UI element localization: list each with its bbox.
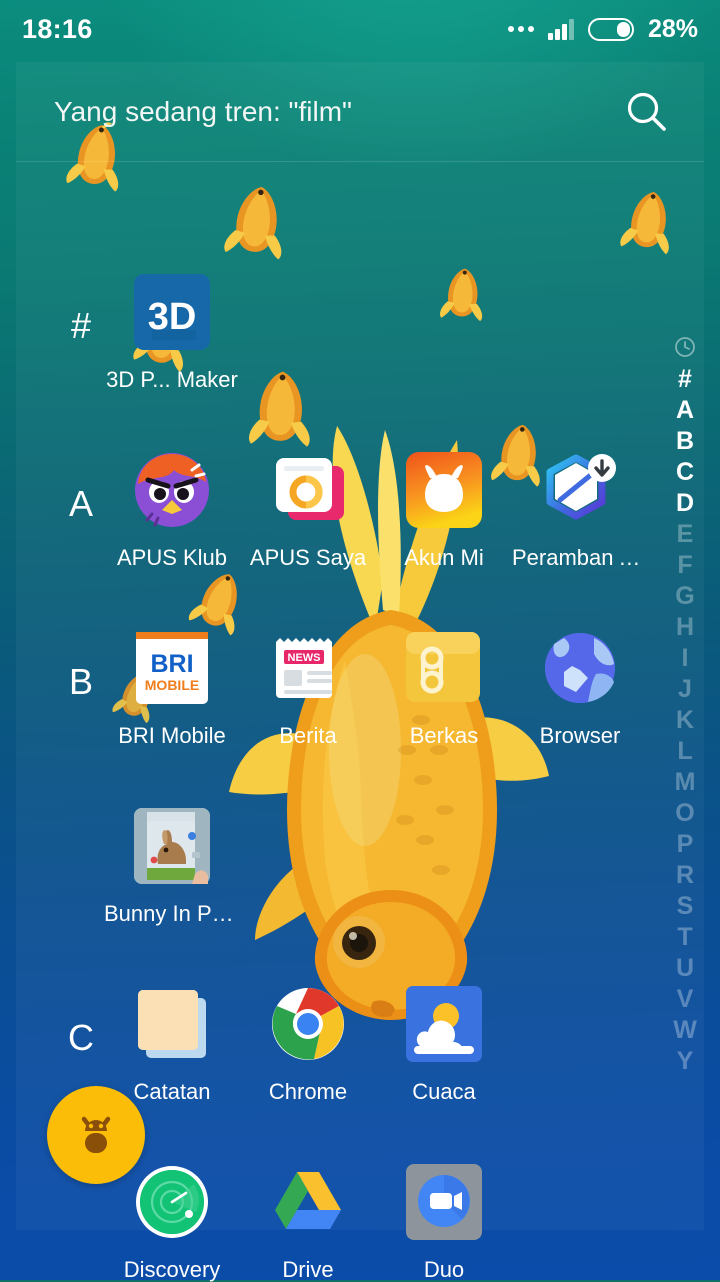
app-grid: 3D 3D P... Maker bbox=[104, 274, 684, 392]
status-clock: 18:16 bbox=[22, 13, 93, 44]
more-dots-icon bbox=[507, 26, 534, 32]
index-letter-w[interactable]: W bbox=[664, 1015, 706, 1046]
app-item-discovery[interactable]: Discovery bbox=[104, 1164, 240, 1282]
search-bar[interactable] bbox=[16, 62, 704, 162]
app-item-drive[interactable]: Drive bbox=[240, 1164, 376, 1282]
app-label: BRI Mobile bbox=[118, 724, 226, 748]
app-grid: Catatan Chrome Cuaca bbox=[104, 986, 684, 1104]
search-icon[interactable] bbox=[624, 89, 670, 135]
berita-news-icon[interactable]: NEWS bbox=[270, 630, 346, 706]
index-letter-l[interactable]: L bbox=[664, 736, 706, 767]
peramban-icon[interactable] bbox=[542, 452, 618, 528]
chrome-icon[interactable] bbox=[270, 986, 346, 1062]
berkas-files-icon[interactable] bbox=[406, 630, 482, 706]
index-letter-h[interactable]: H bbox=[664, 612, 706, 643]
browser-globe-icon[interactable] bbox=[542, 630, 618, 706]
3d-maker-icon[interactable]: 3D bbox=[134, 274, 210, 350]
index-letter-f[interactable]: F bbox=[664, 550, 706, 581]
svg-text:MOBILE: MOBILE bbox=[145, 677, 199, 693]
cuaca-weather-icon[interactable] bbox=[406, 986, 482, 1062]
apus-klub-icon[interactable] bbox=[134, 452, 210, 528]
app-item-berita[interactable]: NEWS Berita bbox=[240, 630, 376, 748]
android-bug-icon bbox=[70, 1107, 122, 1164]
app-label: Browser bbox=[539, 724, 621, 748]
app-grid: Bunny In Pho… bbox=[104, 808, 684, 926]
app-label: Bunny In Pho… bbox=[104, 902, 240, 926]
app-label: Chrome bbox=[268, 1080, 348, 1104]
app-label: Akun Mi bbox=[404, 546, 484, 570]
section-letter: C bbox=[68, 1017, 94, 1058]
app-item-bri-mobile[interactable]: BRI MOBILE BRI Mobile bbox=[104, 630, 240, 748]
app-label: APUS Saya bbox=[249, 546, 367, 570]
apus-saya-icon[interactable] bbox=[270, 452, 346, 528]
clock-icon[interactable] bbox=[674, 336, 696, 358]
app-label: Duo bbox=[423, 1258, 465, 1282]
app-label: 3D P... Maker bbox=[106, 368, 238, 392]
svg-text:BRI: BRI bbox=[150, 650, 193, 678]
index-letter-hash[interactable]: # bbox=[664, 364, 706, 395]
battery-percent-label: 28% bbox=[647, 14, 698, 43]
app-label: Berkas bbox=[409, 724, 479, 748]
app-item-berkas[interactable]: Berkas bbox=[376, 630, 512, 748]
index-letter-s[interactable]: S bbox=[664, 891, 706, 922]
app-item-duo[interactable]: Duo bbox=[376, 1164, 512, 1282]
app-grid: Discovery Drive Duo bbox=[104, 1164, 684, 1282]
catatan-notes-icon[interactable] bbox=[134, 986, 210, 1062]
battery-icon bbox=[587, 17, 634, 41]
app-label: Peramban A… bbox=[512, 546, 648, 570]
app-item-browser[interactable]: Browser bbox=[512, 630, 648, 748]
app-label: Drive bbox=[282, 1258, 334, 1282]
svg-text:NEWS: NEWS bbox=[288, 652, 321, 664]
index-letter-g[interactable]: G bbox=[664, 581, 706, 612]
index-letter-v[interactable]: V bbox=[664, 984, 706, 1015]
floating-assistant-bubble[interactable] bbox=[47, 1086, 145, 1184]
index-letter-d[interactable]: D bbox=[664, 488, 706, 519]
app-label: Berita bbox=[279, 724, 337, 748]
index-letter-r[interactable]: R bbox=[664, 860, 706, 891]
index-letter-c[interactable]: C bbox=[664, 457, 706, 488]
index-letter-p[interactable]: P bbox=[664, 829, 706, 860]
app-item-akun-mi[interactable]: Akun Mi bbox=[376, 452, 512, 570]
signal-bars-icon bbox=[547, 18, 574, 40]
google-drive-icon[interactable] bbox=[270, 1164, 346, 1240]
section-letter: A bbox=[68, 483, 93, 524]
search-input[interactable] bbox=[52, 94, 624, 129]
index-letter-y[interactable]: Y bbox=[664, 1046, 706, 1077]
app-item-apus-saya[interactable]: APUS Saya bbox=[240, 452, 376, 570]
index-letter-k[interactable]: K bbox=[664, 705, 706, 736]
app-drawer-panel: # 3D 3D P... Maker A bbox=[16, 62, 704, 1282]
discovery-radar-icon[interactable] bbox=[134, 1164, 210, 1240]
app-item-cuaca[interactable]: Cuaca bbox=[376, 986, 512, 1104]
bunny-photo-icon[interactable] bbox=[134, 808, 210, 884]
app-label: Cuaca bbox=[412, 1080, 476, 1104]
index-letter-i[interactable]: I bbox=[664, 643, 706, 674]
app-item-3d-maker[interactable]: 3D 3D P... Maker bbox=[104, 274, 240, 392]
index-letter-e[interactable]: E bbox=[664, 519, 706, 550]
index-letter-t[interactable]: T bbox=[664, 922, 706, 953]
index-letter-m[interactable]: M bbox=[664, 767, 706, 798]
app-label: APUS Klub bbox=[116, 546, 228, 570]
app-item-catatan[interactable]: Catatan bbox=[104, 986, 240, 1104]
app-item-apus-klub[interactable]: APUS Klub bbox=[104, 452, 240, 570]
bri-mobile-icon[interactable]: BRI MOBILE bbox=[134, 630, 210, 706]
index-letter-o[interactable]: O bbox=[664, 798, 706, 829]
app-item-bunny-in-photo[interactable]: Bunny In Pho… bbox=[104, 808, 240, 926]
index-letter-a[interactable]: A bbox=[664, 395, 706, 426]
app-list[interactable]: # 3D 3D P... Maker A APUS Klub APUS Saya… bbox=[16, 162, 704, 1282]
app-label: Discovery bbox=[123, 1258, 221, 1282]
alphabet-index-scrollbar[interactable]: # A B C D E F G H I J K L M O P R S T U … bbox=[664, 336, 706, 1077]
app-grid: APUS Klub APUS Saya Akun Mi Peramban A… bbox=[104, 452, 684, 570]
app-item-chrome[interactable]: Chrome bbox=[240, 986, 376, 1104]
index-letter-j[interactable]: J bbox=[664, 674, 706, 705]
mi-account-icon[interactable] bbox=[406, 452, 482, 528]
google-duo-icon[interactable] bbox=[406, 1164, 482, 1240]
status-bar: 18:16 28% bbox=[0, 0, 720, 58]
app-grid: BRI MOBILE BRI Mobile NEWS Berita Berkas… bbox=[104, 630, 684, 748]
index-letter-b[interactable]: B bbox=[664, 426, 706, 457]
section-letter: # bbox=[70, 305, 92, 346]
index-letter-u[interactable]: U bbox=[664, 953, 706, 984]
section-letter: B bbox=[68, 661, 93, 702]
status-indicators: 28% bbox=[507, 14, 698, 44]
app-item-peramban[interactable]: Peramban A… bbox=[512, 452, 648, 570]
